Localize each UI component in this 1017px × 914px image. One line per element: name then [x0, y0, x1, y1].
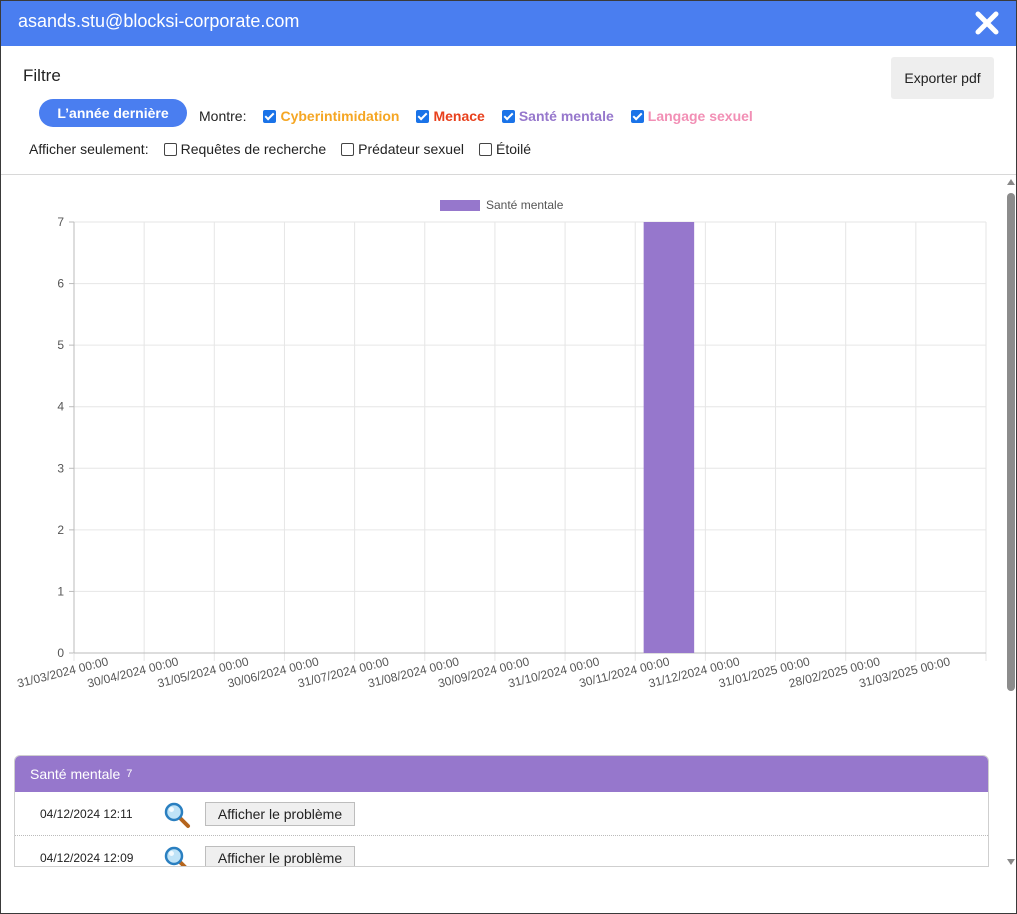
checkbox[interactable] [263, 109, 277, 123]
issues-panel: Santé mentale 7 04/12/2024 12:11 Affiche… [14, 755, 989, 867]
y-tick-label: 0 [57, 646, 64, 660]
dialog-footer [1, 867, 1016, 913]
category-label: Menace [433, 108, 485, 124]
category-checkbox-threat[interactable]: Menace [416, 108, 485, 124]
view-issue-button[interactable]: Afficher le problème [205, 845, 355, 866]
issue-date: 04/12/2024 12:09 [40, 850, 134, 865]
option-label: Prédateur sexuel [358, 141, 464, 157]
option-label: Requêtes de recherche [180, 141, 327, 157]
checkbox[interactable] [341, 142, 355, 156]
category-label: Santé mentale [518, 108, 614, 124]
show-label: Montre: [199, 108, 247, 124]
panel-header: Santé mentale 7 [15, 756, 988, 792]
only-checkbox-search-queries[interactable]: Requêtes de recherche [163, 141, 327, 157]
close-icon[interactable] [974, 10, 1000, 36]
legend-label: Santé mentale [486, 198, 564, 212]
scroll-thumb[interactable] [1007, 193, 1015, 691]
issue-date: 04/12/2024 12:11 [40, 806, 133, 821]
category-label: Cyberintimidation [280, 108, 400, 124]
y-tick-label: 5 [57, 338, 64, 352]
category-label: Langage sexuel [647, 108, 753, 124]
only-checkbox-starred[interactable]: Étoilé [478, 141, 532, 157]
period-button[interactable]: L’année dernière [39, 99, 187, 127]
filter-heading: Filtre [23, 66, 61, 85]
panel-title: Santé mentale [30, 766, 121, 782]
magnifier-icon[interactable] [163, 845, 191, 867]
checkbox[interactable] [501, 109, 515, 123]
checkbox[interactable] [478, 142, 492, 156]
issue-row: 04/12/2024 12:09 Afficher le problème [15, 836, 988, 867]
export-pdf-button[interactable]: Exporter pdf [891, 57, 994, 99]
dialog-title: asands.stu@blocksi-corporate.com [18, 11, 300, 31]
option-label: Étoilé [495, 141, 532, 157]
show-only-label: Afficher seulement: [29, 141, 149, 157]
y-tick-label: 3 [57, 461, 64, 475]
category-checkbox-sexual-language[interactable]: Langage sexuel [630, 108, 753, 124]
y-tick-label: 1 [57, 584, 64, 598]
magnifier-icon[interactable] [163, 801, 191, 829]
only-checkbox-sexual-predator[interactable]: Prédateur sexuel [341, 141, 464, 157]
alert-dialog: asands.stu@blocksi-corporate.com Filtre … [0, 0, 1017, 914]
bar [643, 222, 695, 653]
y-tick-label: 7 [57, 215, 64, 229]
bar-chart: 0123456731/03/2024 00:0030/04/2024 00:00… [16, 198, 987, 691]
show-only-row: Afficher seulement: Requêtes de recherch… [29, 140, 531, 158]
show-categories-row: Montre: Cyberintimidation Menace Santé m… [199, 107, 753, 125]
panel-count: 7 [126, 768, 133, 780]
category-checkbox-mental-health[interactable]: Santé mentale [501, 108, 614, 124]
checkbox[interactable] [416, 109, 430, 123]
y-tick-label: 4 [57, 400, 64, 414]
scroll-down-arrow[interactable] [1007, 859, 1015, 865]
view-issue-button[interactable]: Afficher le problème [205, 801, 355, 826]
vertical-scrollbar[interactable] [1005, 177, 1017, 867]
category-checkbox-cyberbullying[interactable]: Cyberintimidation [263, 108, 399, 124]
y-tick-label: 6 [57, 277, 64, 291]
checkbox[interactable] [163, 142, 177, 156]
issue-row: 04/12/2024 12:11 Afficher le problème [15, 792, 988, 836]
title-bar: asands.stu@blocksi-corporate.com [1, 1, 1016, 46]
checkbox[interactable] [630, 109, 644, 123]
legend-swatch [440, 200, 480, 211]
divider [1, 174, 1016, 175]
y-tick-label: 2 [57, 523, 64, 537]
scroll-up-arrow[interactable] [1007, 179, 1015, 185]
